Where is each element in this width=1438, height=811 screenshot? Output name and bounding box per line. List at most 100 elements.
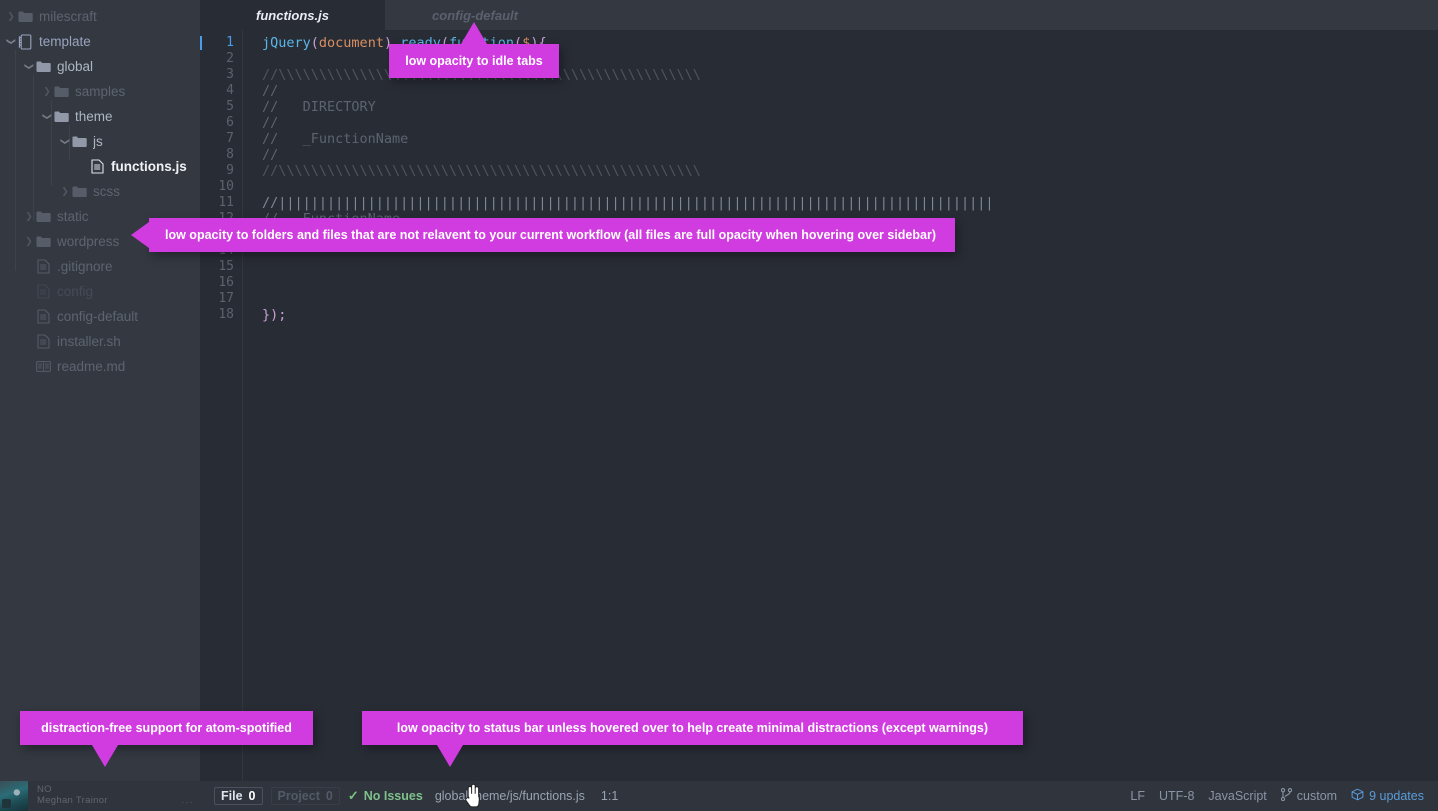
no-issues-label: No Issues <box>363 789 423 803</box>
chevron-right-icon[interactable]: ❯ <box>23 212 35 221</box>
tab-label: config-default <box>432 7 518 23</box>
folder-open-icon <box>53 109 69 125</box>
line-source: // _FunctionName <box>262 131 409 147</box>
status-bar[interactable]: File 0 Project 0 ✓ No Issues global/them… <box>200 781 1438 811</box>
file-chip-label: File <box>221 789 243 803</box>
code-line[interactable]: 5 // DIRECTORY <box>200 99 1438 115</box>
code-line[interactable]: 10 <box>200 179 1438 195</box>
album-art-icon <box>0 781 28 811</box>
code-editor[interactable]: 1jQuery(document).ready(function($){23//… <box>200 30 1438 781</box>
spotify-player[interactable]: NO Meghan Trainor ··· <box>0 781 200 811</box>
code-line[interactable]: 8 // <box>200 147 1438 163</box>
file-count-chip[interactable]: File 0 <box>214 787 263 805</box>
git-branch-label: custom <box>1296 789 1338 803</box>
no-issues-status[interactable]: ✓ No Issues <box>348 788 423 804</box>
tree-item-global[interactable]: ❯ global <box>0 54 200 79</box>
grammar-selector[interactable]: JavaScript <box>1208 789 1266 803</box>
code-line[interactable]: 9 //\\\\\\\\\\\\\\\\\\\\\\\\\\\\\\\\\\\\\… <box>200 163 1438 179</box>
chevron-down-icon[interactable]: ❯ <box>61 136 71 148</box>
code-line[interactable]: 1 jQuery(document).ready(function($){ <box>200 35 1438 51</box>
line-source: // <box>262 115 279 131</box>
tree-item-scss[interactable]: ❯ scss <box>0 179 200 204</box>
line-source: //\\\\\\\\\\\\\\\\\\\\\\\\\\\\\\\\\\\\\\… <box>262 163 701 179</box>
code-lines[interactable]: 1jQuery(document).ready(function($){23//… <box>200 30 1438 323</box>
file-icon <box>35 259 51 275</box>
line-number: 17 <box>218 291 234 306</box>
callout-tail-down <box>437 745 463 767</box>
code-line[interactable]: 15 <box>200 259 1438 275</box>
tree-item-gitignore[interactable]: .gitignore <box>0 254 200 279</box>
updates-status[interactable]: 9 updates <box>1351 788 1424 804</box>
encoding-selector[interactable]: UTF-8 <box>1159 789 1194 803</box>
tree-item-label: static <box>57 209 89 224</box>
tree-item-config[interactable]: config <box>0 279 200 304</box>
code-line[interactable]: 6 // <box>200 115 1438 131</box>
line-number: 16 <box>218 275 234 290</box>
file-chip-count: 0 <box>248 789 256 803</box>
callout-tail-up <box>461 22 487 44</box>
chevron-down-icon[interactable]: ❯ <box>25 61 35 73</box>
chevron-right-icon[interactable]: ❯ <box>41 87 53 96</box>
tree-item-label: wordpress <box>57 234 120 249</box>
file-tree-sidebar[interactable]: ❯ milescraft ❯ template ❯ global ❯ samples ❯ them… <box>0 0 200 811</box>
tree-item-readme-md[interactable]: readme.md <box>0 354 200 379</box>
code-line[interactable]: 11 //||||||||||||||||||||||||||||||||||||… <box>200 195 1438 211</box>
tree-item-label: functions.js <box>111 159 187 174</box>
tab-functions-js[interactable]: functions.js <box>200 0 385 30</box>
text-cursor <box>200 36 202 50</box>
player-meta: NO Meghan Trainor <box>28 785 200 807</box>
line-source: }); <box>262 307 287 323</box>
tree-item-label: config <box>57 284 94 299</box>
folder-icon <box>35 234 51 250</box>
tree-item-milescraft[interactable]: ❯ milescraft <box>0 4 200 29</box>
tree-item-label: global <box>57 59 94 74</box>
tree-item-label: template <box>39 34 91 49</box>
callout-status-bar: low opacity to status bar unless hovered… <box>362 711 1023 767</box>
line-number: 18 <box>218 307 234 322</box>
tree-item-functions-js[interactable]: functions.js <box>0 154 200 179</box>
tree-item-label: .gitignore <box>57 259 113 274</box>
tab-bar[interactable]: functions.js config-default <box>200 0 1438 30</box>
code-line[interactable]: 2 <box>200 51 1438 67</box>
folder-icon <box>35 209 51 225</box>
git-branch-icon <box>1280 788 1292 804</box>
project-count-chip[interactable]: Project 0 <box>270 787 340 805</box>
chevron-down-icon[interactable]: ❯ <box>43 111 53 123</box>
cursor-position-label[interactable]: 1:1 <box>601 789 618 803</box>
code-line[interactable]: 4 // <box>200 83 1438 99</box>
line-number: 9 <box>226 163 234 178</box>
git-branch-status[interactable]: custom <box>1280 788 1338 804</box>
check-icon: ✓ <box>347 788 359 803</box>
code-line[interactable]: 17 <box>200 291 1438 307</box>
line-number: 10 <box>218 179 234 194</box>
file-icon <box>89 159 105 175</box>
line-number: 11 <box>218 195 234 210</box>
chevron-right-icon[interactable]: ❯ <box>5 12 17 21</box>
folder-icon <box>71 184 87 200</box>
tree-item-template[interactable]: ❯ template <box>0 29 200 54</box>
chevron-down-icon[interactable]: ❯ <box>7 36 17 48</box>
line-number: 15 <box>218 259 234 274</box>
code-line[interactable]: 3//\\\\\\\\\\\\\\\\\\\\\\\\\\\\\\\\\\\\\… <box>200 67 1438 83</box>
status-bar-left: File 0 Project 0 ✓ No Issues global/them… <box>200 787 618 805</box>
file-path-label[interactable]: global/theme/js/functions.js <box>435 789 585 803</box>
file-icon <box>35 334 51 350</box>
line-number: 5 <box>226 99 234 114</box>
chevron-right-icon[interactable]: ❯ <box>59 187 71 196</box>
tree-item-js[interactable]: ❯ js <box>0 129 200 154</box>
tree-item-theme[interactable]: ❯ theme <box>0 104 200 129</box>
file-icon <box>35 284 51 300</box>
tree-item-installer-sh[interactable]: installer.sh <box>0 329 200 354</box>
code-line[interactable]: 18}); <box>200 307 1438 323</box>
player-overflow-icon[interactable]: ··· <box>181 797 194 808</box>
line-source: //||||||||||||||||||||||||||||||||||||||… <box>262 195 994 211</box>
tab-bar-filler <box>565 0 1438 30</box>
line-ending-selector[interactable]: LF <box>1130 789 1145 803</box>
callout-sidebar-opacity: low opacity to folders and files that ar… <box>131 218 955 252</box>
package-icon <box>1351 788 1364 804</box>
chevron-right-icon[interactable]: ❯ <box>23 237 35 246</box>
code-line[interactable]: 7 // _FunctionName <box>200 131 1438 147</box>
tree-item-samples[interactable]: ❯ samples <box>0 79 200 104</box>
tree-item-config-default[interactable]: config-default <box>0 304 200 329</box>
code-line[interactable]: 16 <box>200 275 1438 291</box>
